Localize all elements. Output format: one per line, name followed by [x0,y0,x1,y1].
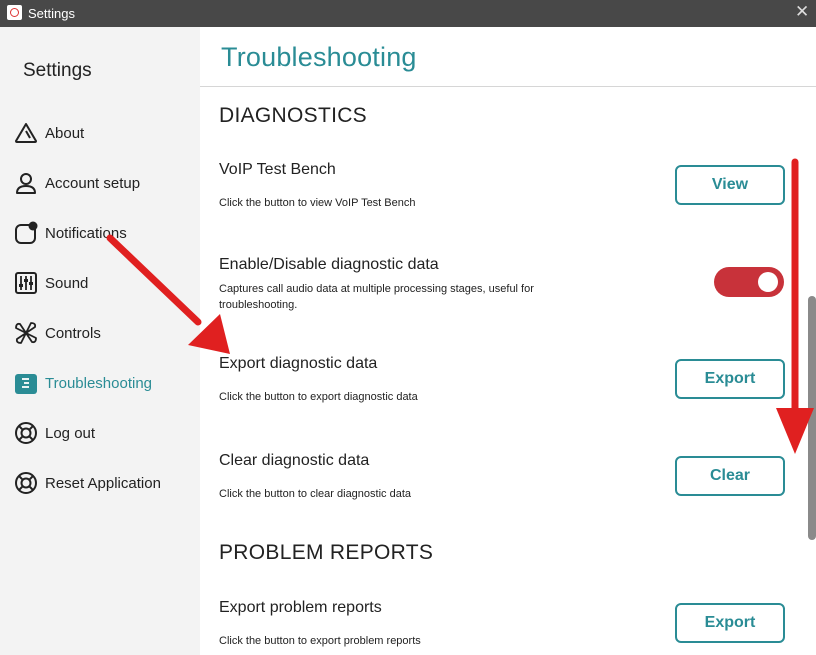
user-icon [16,173,36,194]
sidebar-item-label: Account setup [45,175,141,192]
sidebar-heading: Settings [23,60,92,81]
close-icon[interactable]: ✕ [795,3,809,21]
equalizer-icon [15,272,37,294]
clear-diagnostic-data-desc: Click the button to clear diagnostic dat… [219,488,412,500]
voip-test-bench-desc: Click the button to view VoIP Test Bench [219,197,416,209]
section-heading-problem-reports: PROBLEM REPORTS [219,541,434,564]
voip-test-bench-title: VoIP Test Bench [219,161,336,178]
export-diagnostic-data-title: Export diagnostic data [219,355,378,372]
diagnostic-data-toggle[interactable] [714,267,784,297]
troubleshooting-icon [15,374,37,394]
sidebar-item-label: Reset Application [45,475,161,492]
clear-diagnostic-data-button[interactable]: Clear [675,456,785,496]
sidebar-item-label: Troubleshooting [45,375,153,392]
enable-diagnostic-data-desc: Captures call audio data at multiple pro… [219,283,534,311]
export-problem-reports-button[interactable]: Export [675,603,785,643]
export-diagnostic-data-desc: Click the button to export diagnostic da… [219,391,418,403]
lifebuoy-icon [15,472,37,494]
sidebar-item-label: Sound [45,275,89,292]
export-diagnostic-data-button[interactable]: Export [675,359,785,399]
sidebar-item-label: Controls [45,325,101,342]
title-bar: Settings ✕ [0,0,816,27]
notification-icon [15,221,38,244]
sidebar-item-reset-application[interactable]: Reset Application [14,469,194,497]
scrollbar-thumb[interactable] [808,296,816,540]
sidebar-item-log-out[interactable]: Log out [14,419,194,447]
clear-diagnostic-data-title: Clear diagnostic data [219,452,370,469]
window-title: Settings [28,6,75,21]
warning-triangle-icon [15,123,37,143]
sidebar-item-label: Log out [45,425,96,442]
sidebar-item-label: Notifications [45,225,127,242]
sidebar-item-account-setup[interactable]: Account setup [14,169,194,197]
lifebuoy-icon [15,422,37,444]
sidebar-item-troubleshooting[interactable]: Troubleshooting [14,369,194,397]
sidebar-item-label: About [45,125,85,142]
sidebar-item-sound[interactable]: Sound [14,269,194,297]
page-title: Troubleshooting [221,42,417,72]
app-logo-icon [7,5,22,20]
main-header: Troubleshooting [200,27,816,87]
view-voip-test-bench-button[interactable]: View [675,165,785,205]
export-problem-reports-desc: Click the button to export problem repor… [219,635,421,647]
sidebar-item-about[interactable]: About [14,119,194,147]
controls-icon [15,322,37,344]
export-problem-reports-title: Export problem reports [219,599,382,616]
section-heading-diagnostics: DIAGNOSTICS [219,104,367,127]
sidebar-item-notifications[interactable]: Notifications [14,219,194,247]
sidebar: Settings About Account setup Notificatio… [0,27,200,655]
toggle-knob [758,272,778,292]
settings-content: DIAGNOSTICS VoIP Test Bench Click the bu… [200,88,816,655]
enable-diagnostic-data-title: Enable/Disable diagnostic data [219,256,439,273]
sidebar-item-controls[interactable]: Controls [14,319,194,347]
